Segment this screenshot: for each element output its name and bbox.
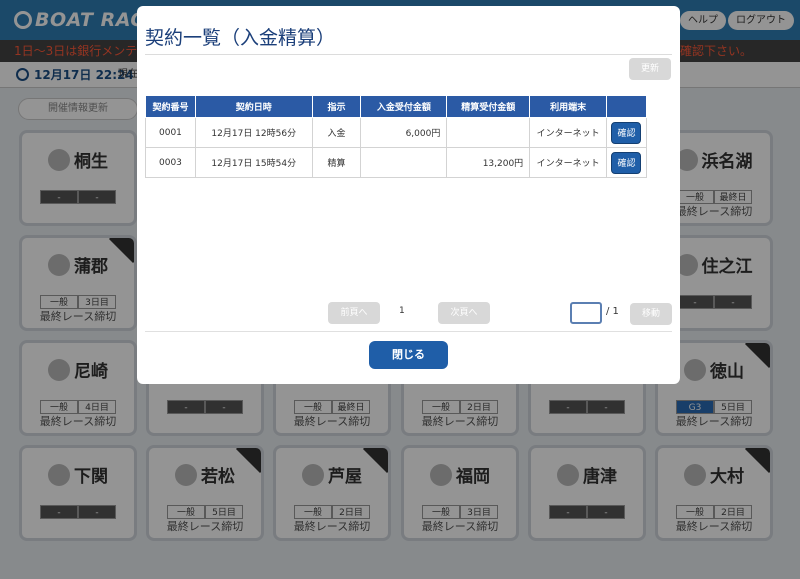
modal-title: 契約一覧（入金精算） bbox=[145, 27, 336, 49]
table-header-row: 契約番号 契約日時 指示 入金受付金額 精算受付金額 利用端末 bbox=[145, 95, 648, 118]
contract-datetime: 12月17日 12時56分 bbox=[194, 117, 313, 148]
action-cell: 確認 bbox=[605, 117, 648, 148]
col-settlement-amount: 精算受付金額 bbox=[446, 95, 531, 118]
confirm-button[interactable]: 確認 bbox=[611, 151, 642, 174]
table-row: 0003 12月17日 15時54分 精算 13,200円 インターネット 確認 bbox=[145, 147, 648, 178]
contract-no: 0001 bbox=[145, 117, 196, 148]
col-instruction: 指示 bbox=[311, 95, 362, 118]
page-number-input[interactable] bbox=[570, 302, 602, 324]
footer-divider bbox=[145, 331, 672, 332]
deposit-amount bbox=[360, 147, 448, 178]
settlement-amount bbox=[446, 117, 531, 148]
col-contract-datetime: 契約日時 bbox=[194, 95, 313, 118]
go-page-button[interactable]: 移動 bbox=[630, 303, 672, 325]
page-total: / 1 bbox=[606, 306, 619, 317]
confirm-button[interactable]: 確認 bbox=[611, 121, 642, 144]
instruction: 入金 bbox=[311, 117, 362, 148]
prev-page-button[interactable]: 前頁へ bbox=[328, 302, 380, 324]
col-contract-no: 契約番号 bbox=[145, 95, 196, 118]
col-terminal: 利用端末 bbox=[529, 95, 607, 118]
action-cell: 確認 bbox=[605, 147, 648, 178]
settlement-amount: 13,200円 bbox=[446, 147, 531, 178]
refresh-button[interactable]: 更新 bbox=[629, 58, 671, 80]
contract-datetime: 12月17日 15時54分 bbox=[194, 147, 313, 178]
next-page-button[interactable]: 次頁へ bbox=[438, 302, 490, 324]
deposit-amount: 6,000円 bbox=[360, 117, 448, 148]
title-divider bbox=[145, 54, 672, 55]
terminal: インターネット bbox=[529, 147, 607, 178]
col-action bbox=[605, 95, 648, 118]
contract-table: 契約番号 契約日時 指示 入金受付金額 精算受付金額 利用端末 0001 12月… bbox=[145, 95, 648, 178]
col-deposit-amount: 入金受付金額 bbox=[360, 95, 448, 118]
close-button[interactable]: 閉じる bbox=[369, 341, 448, 369]
instruction: 精算 bbox=[311, 147, 362, 178]
contract-list-modal: 契約一覧（入金精算） 更新 契約番号 契約日時 指示 入金受付金額 精算受付金額… bbox=[137, 6, 680, 384]
table-row: 0001 12月17日 12時56分 入金 6,000円 インターネット 確認 bbox=[145, 117, 648, 148]
terminal: インターネット bbox=[529, 117, 607, 148]
current-page-number: 1 bbox=[399, 306, 405, 316]
contract-no: 0003 bbox=[145, 147, 196, 178]
